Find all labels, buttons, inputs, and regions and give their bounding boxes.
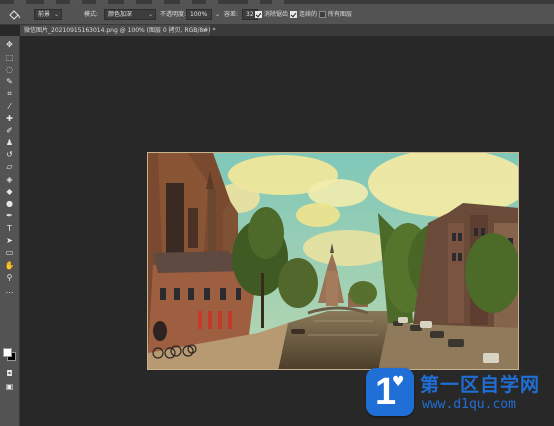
quick-select-tool-icon[interactable]: ✎ <box>3 77 16 87</box>
mode-label: 模式: <box>84 11 99 18</box>
pen-tool-icon[interactable]: ✒ <box>3 211 16 221</box>
chevron-down-icon: ⌄ <box>147 11 153 18</box>
tolerance-value: 32 <box>246 11 254 18</box>
hand-tool-icon[interactable]: ✋ <box>3 261 16 271</box>
zoom-tool-icon[interactable]: ⚲ <box>3 273 16 283</box>
fill-source-value: 前景 <box>38 11 51 18</box>
antialias-label: 消除锯齿 <box>264 11 289 18</box>
watermark: 1 ♥ 第一区自学网 www.d1qu.com <box>366 366 554 418</box>
watermark-url: www.d1qu.com <box>422 397 516 412</box>
watermark-logo: 1 ♥ <box>366 368 414 416</box>
screen-mode-icon[interactable]: ▣ <box>3 382 16 392</box>
document-tab-bar: 微信图片_20210915163014.png @ 100% (图层 0 拷贝,… <box>20 25 554 36</box>
contiguous-checkbox[interactable] <box>290 11 297 18</box>
contiguous-label: 连续的 <box>299 11 318 18</box>
heart-icon: ♥ <box>392 374 405 390</box>
fill-source-select[interactable]: 前景 ⌄ <box>34 9 62 20</box>
opacity-value: 100% <box>190 11 208 18</box>
tolerance-label: 容差: <box>224 11 239 18</box>
rectangle-tool-icon[interactable]: ▭ <box>3 248 16 258</box>
mode-select[interactable]: 颜色加深 ⌄ <box>104 9 156 20</box>
tools-panel: ✥ ⬚ ◌ ✎ ⌗ ⁄ ✚ ✐ ♟ ↺ ▱ ◈ ◆ ● ✒ T ➤ ▭ ✋ ⚲ ⋯ ◘ ▣ <box>0 36 20 426</box>
dodge-tool-icon[interactable]: ● <box>3 199 16 209</box>
chevron-down-icon: ⌄ <box>53 11 59 18</box>
canvas-image[interactable] <box>147 152 519 370</box>
document-tab-title: 微信图片_20210915163014.png @ 100% (图层 0 拷贝,… <box>24 27 216 34</box>
amsterdam-canal-photo <box>148 153 518 369</box>
paint-bucket-icon <box>9 10 20 20</box>
close-icon[interactable]: × <box>202 25 207 36</box>
history-brush-tool-icon[interactable]: ↺ <box>3 150 16 160</box>
all-layers-label: 所有图层 <box>328 11 353 18</box>
tool-preset-picker[interactable] <box>4 9 26 20</box>
quick-mask-icon[interactable]: ◘ <box>3 369 16 379</box>
all-layers-checkbox[interactable] <box>319 11 326 18</box>
healing-brush-tool-icon[interactable]: ✚ <box>3 114 16 124</box>
blur-tool-icon[interactable]: ◆ <box>3 187 16 197</box>
document-tab[interactable]: 微信图片_20210915163014.png @ 100% (图层 0 拷贝,… <box>20 25 215 36</box>
opacity-dropdown-icon[interactable]: ⌄ <box>215 9 220 20</box>
path-select-tool-icon[interactable]: ➤ <box>3 236 16 246</box>
brush-tool-icon[interactable]: ✐ <box>3 126 16 136</box>
foreground-color-swatch[interactable] <box>3 348 12 357</box>
marquee-tool-icon[interactable]: ⬚ <box>3 53 16 63</box>
move-tool-icon[interactable]: ✥ <box>3 40 16 50</box>
lasso-tool-icon[interactable]: ◌ <box>3 65 16 75</box>
watermark-title: 第一区自学网 <box>420 374 541 396</box>
more-tools-icon[interactable]: ⋯ <box>3 288 16 298</box>
options-bar: 前景 ⌄ 模式: 颜色加深 ⌄ 不透明度: 100% ⌄ 容差: 32 消除锯齿… <box>0 4 554 25</box>
type-tool-icon[interactable]: T <box>3 224 16 234</box>
clone-stamp-tool-icon[interactable]: ♟ <box>3 138 16 148</box>
crop-tool-icon[interactable]: ⌗ <box>3 89 16 99</box>
opacity-input[interactable]: 100% <box>186 9 212 20</box>
antialias-checkbox[interactable] <box>255 11 262 18</box>
eyedropper-tool-icon[interactable]: ⁄ <box>3 102 16 112</box>
eraser-tool-icon[interactable]: ▱ <box>3 162 16 172</box>
mode-value: 颜色加深 <box>108 11 133 18</box>
paint-bucket-tool-icon[interactable]: ◈ <box>3 175 16 185</box>
opacity-label: 不透明度: <box>160 11 187 18</box>
